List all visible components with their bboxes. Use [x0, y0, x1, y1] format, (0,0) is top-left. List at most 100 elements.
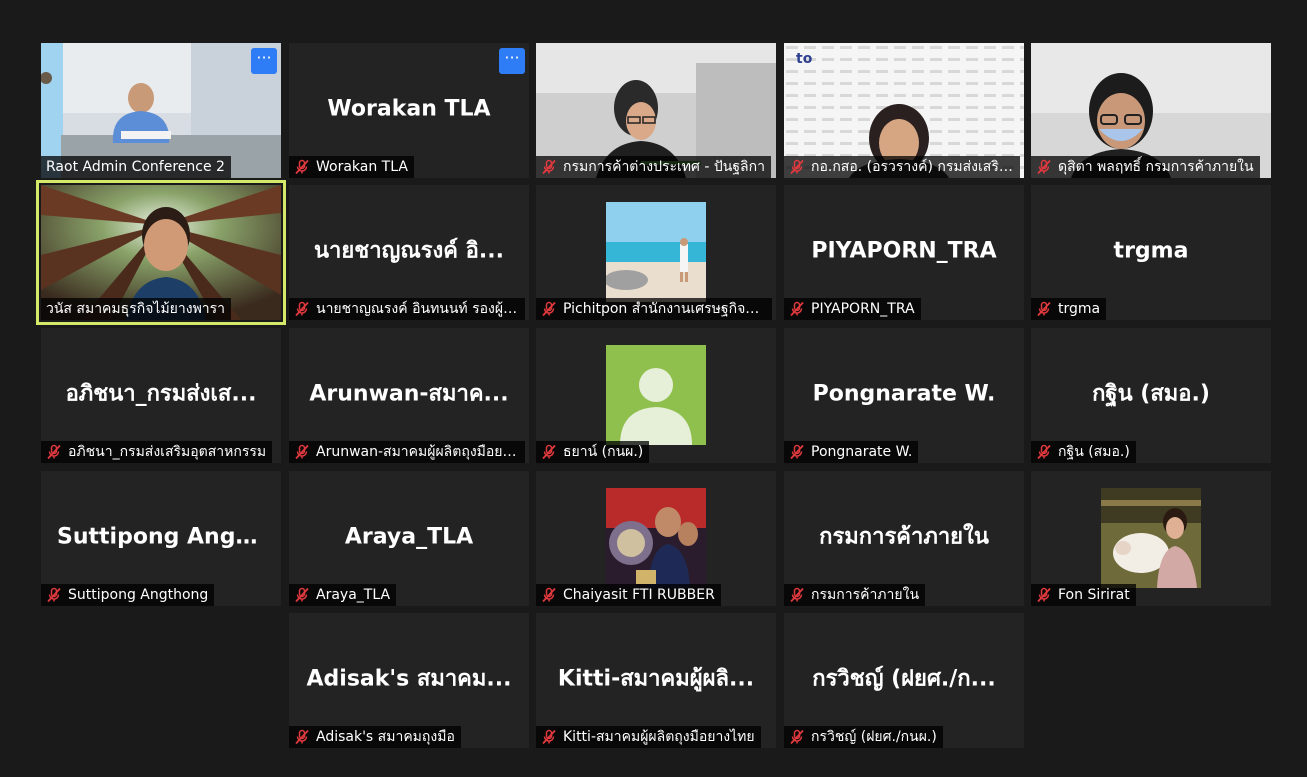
- participant-name: PIYAPORN_TRA: [811, 301, 915, 317]
- participant-tile[interactable]: ··· Raot Admin Conference 2: [41, 43, 281, 178]
- participant-name-label: วนัส สมาคมธุรกิจไม้ยางพารา: [41, 298, 232, 320]
- muted-microphone-icon: [294, 159, 310, 175]
- participant-name: Fon Sirirat: [1058, 587, 1130, 603]
- participant-name-label: Adisak's สมาคมถุงมือ: [289, 726, 461, 748]
- muted-microphone-icon: [294, 587, 310, 603]
- muted-microphone-icon: [46, 444, 62, 460]
- participant-display-name: Worakan TLA: [327, 96, 491, 121]
- participant-name-label: ดุสิตา พลฤทธิ์ กรมการค้าภายใน: [1031, 156, 1260, 178]
- more-options-button[interactable]: ···: [499, 48, 525, 74]
- participant-name: กรมการค้าต่างประเทศ - ปันฐลิกา: [563, 159, 765, 175]
- participant-display-name: Kitti-สมาคมผู้ผลิ...: [557, 666, 755, 692]
- muted-microphone-icon: [1036, 301, 1052, 317]
- participant-name-label: ธยาน์ (กนผ.): [536, 441, 650, 463]
- participant-tile[interactable]: ดุสิตา พลฤทธิ์ กรมการค้าภายใน: [1031, 43, 1271, 178]
- participant-name: Raot Admin Conference 2: [46, 159, 225, 175]
- participant-tile[interactable]: นายชาญณรงค์ อิ... นายชาญณรงค์ อินทนนท์ รอ…: [289, 185, 529, 320]
- muted-microphone-icon: [294, 729, 310, 745]
- participant-name-label: Raot Admin Conference 2: [41, 156, 231, 178]
- participant-name: trgma: [1058, 301, 1101, 317]
- muted-microphone-icon: [46, 587, 62, 603]
- participant-tile[interactable]: อภิชนา_กรมส่งเส... อภิชนา_กรมส่งเสริมอุตส…: [41, 328, 281, 463]
- muted-microphone-icon: [1036, 444, 1052, 460]
- participant-tile[interactable]: กรวิชญ์ (ฝยศ./ก... กรวิชญ์ (ฝยศ./กนผ.): [784, 613, 1024, 748]
- muted-microphone-icon: [541, 587, 557, 603]
- participant-avatar: [606, 488, 706, 588]
- participant-name: Suttipong Angthong: [68, 587, 209, 603]
- participant-tile[interactable]: ธยาน์ (กนผ.): [536, 328, 776, 463]
- participant-name-label: Arunwan-สมาคมผู้ผลิตถุงมือยา...: [289, 441, 525, 463]
- svg-text:to: to: [796, 51, 813, 67]
- participant-display-name: Pongnarate W.: [812, 381, 996, 406]
- participant-name-label: trgma: [1031, 298, 1107, 320]
- participant-display-name: กฐิน (สมอ.): [1092, 381, 1210, 407]
- participant-tile[interactable]: กรมการค้าต่างประเทศ - ปันฐลิกา: [536, 43, 776, 178]
- muted-microphone-icon: [789, 444, 805, 460]
- participant-avatar: [606, 202, 706, 302]
- muted-microphone-icon: [1036, 587, 1052, 603]
- muted-microphone-icon: [789, 587, 805, 603]
- participant-name-label: กรมการค้าภายใน: [784, 584, 926, 606]
- more-options-button[interactable]: ···: [251, 48, 277, 74]
- participant-tile[interactable]: trgma trgma: [1031, 185, 1271, 320]
- participant-tile[interactable]: Fon Sirirat: [1031, 471, 1271, 606]
- participant-tile[interactable]: วนัส สมาคมธุรกิจไม้ยางพารา: [36, 180, 286, 325]
- participant-name: กฐิน (สมอ.): [1058, 444, 1130, 460]
- participant-name: Pichitpon สำนักงานเศรษฐกิจอุต...: [563, 301, 766, 317]
- muted-microphone-icon: [541, 301, 557, 317]
- participant-name: วนัส สมาคมธุรกิจไม้ยางพารา: [46, 301, 226, 317]
- participant-name-label: Pongnarate W.: [784, 441, 919, 463]
- participant-tile[interactable]: กรมการค้าภายใน กรมการค้าภายใน: [784, 471, 1024, 606]
- participant-tile[interactable]: Worakan TLA ··· Worakan TLA: [289, 43, 529, 178]
- participant-name-label: กฐิน (สมอ.): [1031, 441, 1136, 463]
- muted-microphone-icon: [789, 729, 805, 745]
- participant-tile[interactable]: to กอ.กสอ. (อรวรางค์) กรมส่งเสริมอุ...: [784, 43, 1024, 178]
- participant-tile[interactable]: Chaiyasit FTI RUBBER: [536, 471, 776, 606]
- muted-microphone-icon: [541, 729, 557, 745]
- muted-microphone-icon: [1036, 159, 1052, 175]
- participant-name: Chaiyasit FTI RUBBER: [563, 587, 715, 603]
- participant-display-name: อภิชนา_กรมส่งเส...: [65, 381, 257, 407]
- participant-display-name: Suttipong Angt...: [57, 524, 272, 549]
- participant-name-label: Pichitpon สำนักงานเศรษฐกิจอุต...: [536, 298, 772, 320]
- participant-name: Worakan TLA: [316, 159, 408, 175]
- participant-tile[interactable]: Araya_TLA Araya_TLA: [289, 471, 529, 606]
- participant-display-name: กรวิชญ์ (ฝยศ./ก...: [812, 666, 996, 692]
- participant-name-label: Suttipong Angthong: [41, 584, 215, 606]
- participant-name: Araya_TLA: [316, 587, 391, 603]
- participant-tile[interactable]: กฐิน (สมอ.) กฐิน (สมอ.): [1031, 328, 1271, 463]
- participant-avatar: [1101, 488, 1201, 588]
- muted-microphone-icon: [789, 159, 805, 175]
- participant-name-label: กรมการค้าต่างประเทศ - ปันฐลิกา: [536, 156, 771, 178]
- participant-name: Arunwan-สมาคมผู้ผลิตถุงมือยา...: [316, 444, 519, 460]
- participant-tile[interactable]: Suttipong Angt... Suttipong Angthong: [41, 471, 281, 606]
- participant-tile[interactable]: PIYAPORN_TRA PIYAPORN_TRA: [784, 185, 1024, 320]
- participant-tile[interactable]: Pichitpon สำนักงานเศรษฐกิจอุต...: [536, 185, 776, 320]
- participant-name-label: อภิชนา_กรมส่งเสริมอุตสาหกรรม: [41, 441, 273, 463]
- participant-name-label: PIYAPORN_TRA: [784, 298, 921, 320]
- participant-name-label: นายชาญณรงค์ อินทนนท์ รองผู้อ...: [289, 298, 525, 320]
- participant-name-label: กอ.กสอ. (อรวรางค์) กรมส่งเสริมอุ...: [784, 156, 1020, 178]
- participant-display-name: นายชาญณรงค์ อิ...: [314, 238, 504, 264]
- participant-avatar: [606, 345, 706, 445]
- participant-tile[interactable]: Adisak's สมาคม... Adisak's สมาคมถุงมือ: [289, 613, 529, 748]
- participant-name: กรวิชญ์ (ฝยศ./กนผ.): [811, 729, 937, 745]
- participant-name-label: Kitti-สมาคมผู้ผลิตถุงมือยางไทย: [536, 726, 761, 748]
- participant-display-name: Adisak's สมาคม...: [306, 666, 512, 692]
- participant-tile[interactable]: Kitti-สมาคมผู้ผลิ... Kitti-สมาคมผู้ผลิตถุ…: [536, 613, 776, 748]
- muted-microphone-icon: [541, 159, 557, 175]
- participant-name: Adisak's สมาคมถุงมือ: [316, 729, 455, 745]
- participant-name: กอ.กสอ. (อรวรางค์) กรมส่งเสริมอุ...: [811, 159, 1014, 175]
- participant-name: นายชาญณรงค์ อินทนนท์ รองผู้อ...: [316, 301, 519, 317]
- participant-tile[interactable]: Arunwan-สมาค... Arunwan-สมาคมผู้ผลิตถุงมื…: [289, 328, 529, 463]
- participant-display-name: กรมการค้าภายใน: [819, 524, 989, 550]
- participant-display-name: PIYAPORN_TRA: [811, 238, 997, 263]
- muted-microphone-icon: [541, 444, 557, 460]
- participant-name: Pongnarate W.: [811, 444, 913, 460]
- participant-name: ดุสิตา พลฤทธิ์ กรมการค้าภายใน: [1058, 159, 1254, 175]
- participant-name-label: Araya_TLA: [289, 584, 397, 606]
- participant-tile[interactable]: Pongnarate W. Pongnarate W.: [784, 328, 1024, 463]
- participant-display-name: trgma: [1113, 238, 1189, 263]
- participant-name: Kitti-สมาคมผู้ผลิตถุงมือยางไทย: [563, 729, 755, 745]
- participant-name: ธยาน์ (กนผ.): [563, 444, 644, 460]
